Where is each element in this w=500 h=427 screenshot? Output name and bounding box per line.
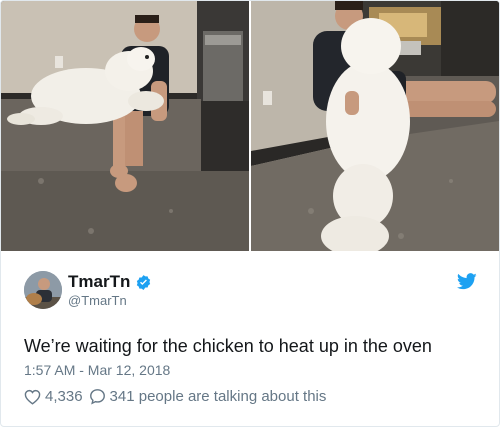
tweet-card: TmarTn @TmarTn We’re waiting for the chi… (0, 0, 500, 427)
talking-action[interactable]: 341 people are talking about this (89, 388, 327, 405)
like-count: 4,336 (45, 388, 83, 405)
display-name-text[interactable]: TmarTn (68, 272, 130, 292)
speech-bubble-icon (89, 389, 105, 405)
tweet-photos (1, 1, 499, 251)
display-name[interactable]: TmarTn (68, 272, 152, 292)
photo-man-with-dog-left[interactable] (1, 1, 249, 251)
tweet-actions: 4,336 341 people are talking about this (24, 388, 332, 405)
verified-badge-icon (135, 274, 152, 291)
photo-man-with-dog-right[interactable] (251, 1, 499, 251)
twitter-bird-icon[interactable] (456, 273, 477, 290)
heart-icon (24, 389, 41, 405)
tweet-timestamp[interactable]: 1:57 AM - Mar 12, 2018 (24, 362, 170, 378)
tweet-text: We’re waiting for the chicken to heat up… (24, 336, 432, 356)
like-action[interactable]: 4,336 (24, 388, 83, 405)
talking-count: 341 people are talking about this (109, 388, 327, 405)
user-handle[interactable]: @TmarTn (68, 293, 127, 308)
avatar[interactable] (24, 271, 62, 309)
